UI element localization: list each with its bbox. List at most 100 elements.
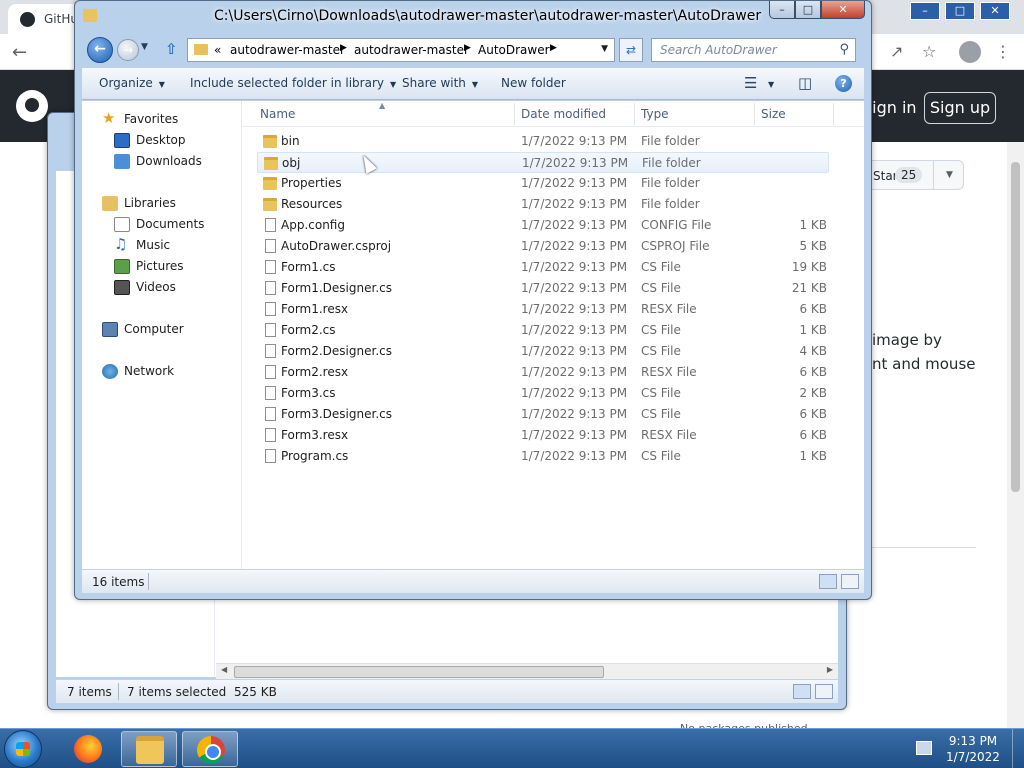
- column-separator[interactable]: [754, 103, 755, 125]
- file-row[interactable]: Form2.cs 1/7/2022 9:13 PM CS File 1 KB: [257, 320, 829, 341]
- taskbar-chrome[interactable]: [182, 731, 238, 767]
- file-type: File folder: [642, 156, 701, 170]
- browser-menu-icon[interactable]: ⋮: [995, 42, 1011, 61]
- organize-button[interactable]: Organize ▼: [99, 76, 165, 90]
- file-date-modified: 1/7/2022 9:13 PM: [522, 156, 629, 170]
- file-row[interactable]: Properties 1/7/2022 9:13 PM File folder: [257, 173, 829, 194]
- file-row[interactable]: Form1.Designer.cs 1/7/2022 9:13 PM CS File…: [257, 278, 829, 299]
- file-date-modified: 1/7/2022 9:13 PM: [521, 218, 628, 232]
- breadcrumb-chevron-icon[interactable]: ▶: [340, 43, 347, 53]
- address-overflow[interactable]: «: [214, 43, 221, 57]
- star-dropdown-icon[interactable]: ▼: [933, 161, 965, 189]
- back-button[interactable]: ←: [87, 37, 113, 63]
- change-view-icon[interactable]: ☰: [744, 74, 757, 92]
- details-view-icon[interactable]: [793, 684, 811, 699]
- browser-close-icon[interactable]: ✕: [980, 2, 1010, 20]
- file-date-modified: 1/7/2022 9:13 PM: [521, 386, 628, 400]
- new-folder-button[interactable]: New folder: [501, 76, 566, 90]
- browser-scrollbar-thumb[interactable]: [1011, 162, 1020, 492]
- search-placeholder: Search AutoDrawer: [660, 43, 777, 57]
- search-icon[interactable]: ⚲: [839, 42, 849, 57]
- view-options-dropdown-icon[interactable]: ▼: [768, 76, 774, 90]
- include-library-button[interactable]: Include selected folder in library ▼: [190, 76, 396, 90]
- column-date-modified[interactable]: Date modified: [521, 107, 606, 121]
- back-horizontal-scrollbar[interactable]: ◀ ▶: [216, 663, 838, 679]
- file-row[interactable]: Form1.resx 1/7/2022 9:13 PM RESX File 6 KB: [257, 299, 829, 320]
- taskbar-explorer[interactable]: [121, 731, 177, 767]
- file-name: Resources: [281, 197, 343, 211]
- address-bar[interactable]: « autodrawer-master ▶ autodrawer-master …: [187, 38, 615, 62]
- file-row[interactable]: Program.cs 1/7/2022 9:13 PM CS File 1 KB: [257, 446, 829, 467]
- close-button[interactable]: ✕: [821, 1, 865, 19]
- breadcrumb-segment[interactable]: autodrawer-master: [230, 43, 345, 57]
- search-input[interactable]: Search AutoDrawer ⚲: [651, 38, 856, 62]
- preview-pane-icon[interactable]: ◫: [798, 74, 812, 92]
- column-type[interactable]: Type: [641, 107, 669, 121]
- minimize-button[interactable]: –: [769, 1, 795, 19]
- file-row[interactable]: Form3.Designer.cs 1/7/2022 9:13 PM CS File…: [257, 404, 829, 425]
- file-row[interactable]: Form2.resx 1/7/2022 9:13 PM RESX File 6 KB: [257, 362, 829, 383]
- file-size: 4 KB: [799, 344, 827, 358]
- file-name: Form2.resx: [281, 365, 349, 379]
- bookmark-star-icon[interactable]: ☆: [922, 42, 936, 61]
- github-star-button[interactable]: Star 25 ▼: [862, 160, 964, 190]
- thumbnail-view-icon[interactable]: [815, 684, 833, 699]
- file-icon: [265, 365, 276, 379]
- maximize-button[interactable]: □: [795, 1, 821, 19]
- breadcrumb-segment[interactable]: autodrawer-master: [354, 43, 469, 57]
- file-row[interactable]: Form3.resx 1/7/2022 9:13 PM RESX File 6 KB: [257, 425, 829, 446]
- browser-maximize-icon[interactable]: □: [945, 2, 975, 20]
- profile-avatar[interactable]: [959, 41, 981, 63]
- start-button[interactable]: [4, 730, 42, 768]
- file-row[interactable]: App.config 1/7/2022 9:13 PM CONFIG File 1 K…: [257, 215, 829, 236]
- front-explorer-body: ★ Favorites Desktop Downloads Libraries D…: [82, 101, 864, 569]
- clock[interactable]: 9:13 PM 1/7/2022: [940, 733, 1006, 765]
- column-name[interactable]: Name: [260, 107, 295, 121]
- share-with-button[interactable]: Share with ▼: [402, 76, 478, 90]
- up-folder-icon[interactable]: ⇧: [165, 40, 178, 58]
- column-separator[interactable]: [514, 103, 515, 125]
- file-row[interactable]: AutoDrawer.csproj 1/7/2022 9:13 PM CSPROJ …: [257, 236, 829, 257]
- file-row[interactable]: Form1.cs 1/7/2022 9:13 PM CS File 19 KB: [257, 257, 829, 278]
- breadcrumb-chevron-icon[interactable]: ▶: [464, 43, 471, 53]
- show-desktop-button[interactable]: [1012, 729, 1024, 768]
- github-logo-icon[interactable]: [16, 90, 48, 122]
- refresh-icon[interactable]: ⇄: [619, 38, 643, 62]
- file-row[interactable]: obj 1/7/2022 9:13 PM File folder: [257, 152, 829, 173]
- scroll-right-icon[interactable]: ▶: [827, 665, 833, 674]
- column-separator[interactable]: [833, 103, 834, 125]
- breadcrumb-segment[interactable]: AutoDrawer: [478, 43, 550, 57]
- repo-about-text-line1: image by: [872, 331, 942, 349]
- share-icon[interactable]: ↗: [890, 42, 903, 61]
- file-type: CONFIG File: [641, 218, 712, 232]
- file-row[interactable]: Form3.cs 1/7/2022 9:13 PM CS File 2 KB: [257, 383, 829, 404]
- thumbnail-view-icon[interactable]: [841, 574, 859, 589]
- nav-label: Music: [136, 238, 171, 252]
- details-view-icon[interactable]: [819, 574, 837, 589]
- scroll-left-icon[interactable]: ◀: [221, 665, 227, 674]
- file-row[interactable]: Resources 1/7/2022 9:13 PM File folder: [257, 194, 829, 215]
- forward-button[interactable]: →: [117, 39, 139, 61]
- column-separator[interactable]: [634, 103, 635, 125]
- browser-minimize-icon[interactable]: –: [910, 2, 940, 20]
- taskbar-firefox[interactable]: [60, 731, 116, 767]
- breadcrumb-chevron-icon[interactable]: ▶: [550, 43, 557, 53]
- column-size[interactable]: Size: [761, 107, 786, 121]
- browser-back-icon[interactable]: ←: [12, 42, 27, 63]
- browser-scrollbar[interactable]: [1007, 142, 1024, 730]
- file-row[interactable]: bin 1/7/2022 9:13 PM File folder: [257, 131, 829, 152]
- chevron-down-icon: ▼: [158, 80, 165, 89]
- github-signup-button[interactable]: Sign up: [924, 92, 996, 124]
- network-tray-icon[interactable]: [916, 741, 932, 755]
- front-explorer-window[interactable]: C:\Users\Cirno\Downloads\autodrawer-mast…: [74, 0, 872, 600]
- file-date-modified: 1/7/2022 9:13 PM: [521, 365, 628, 379]
- back-scrollbar-thumb[interactable]: [234, 666, 604, 678]
- help-icon[interactable]: ?: [835, 75, 852, 92]
- recent-pages-dropdown-icon[interactable]: ▼: [141, 42, 148, 52]
- chrome-icon: [197, 736, 225, 764]
- column-header-row: ▲ Name Date modified Type Size: [243, 101, 864, 127]
- file-row[interactable]: Form2.Designer.cs 1/7/2022 9:13 PM CS File…: [257, 341, 829, 362]
- file-size: 21 KB: [791, 281, 827, 295]
- file-name: obj: [282, 156, 301, 170]
- address-dropdown-icon[interactable]: ▼: [601, 44, 608, 54]
